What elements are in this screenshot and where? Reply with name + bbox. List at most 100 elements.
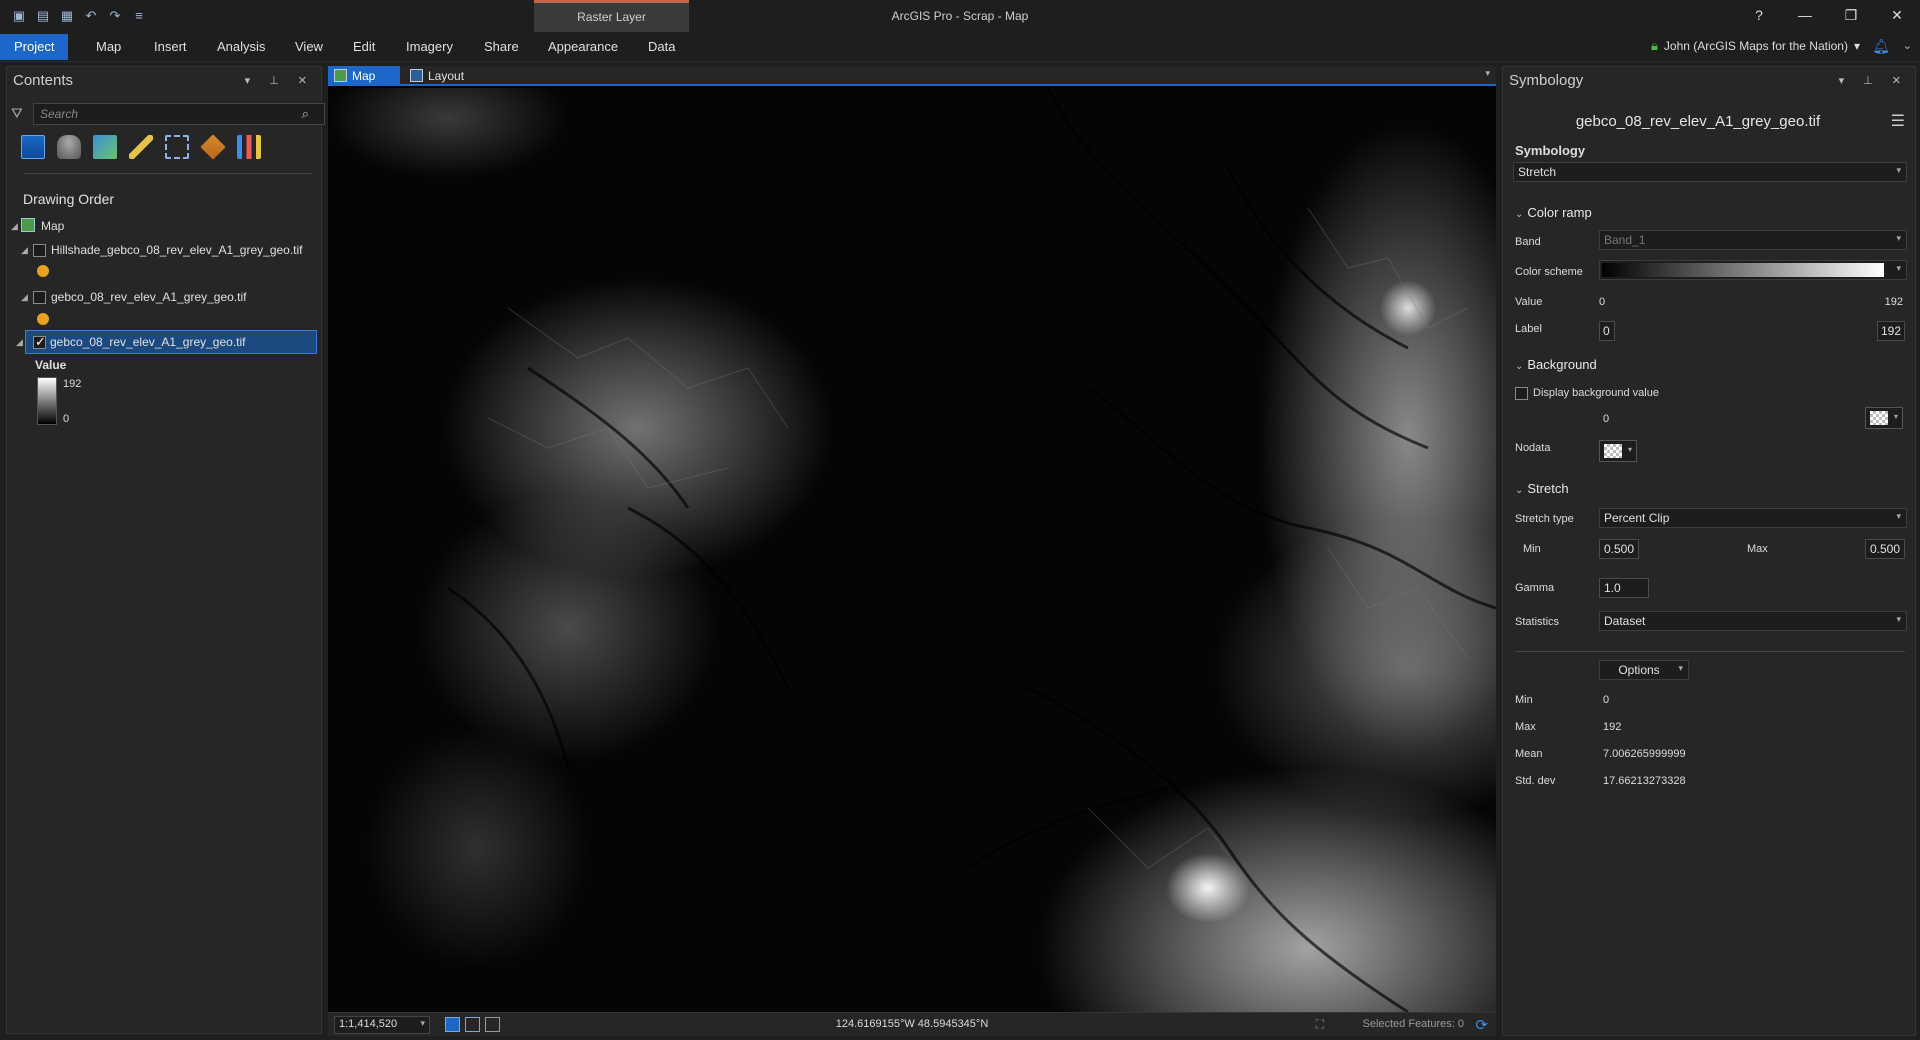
stretch-section[interactable]: ⌄ Stretch [1515, 481, 1569, 496]
tab-appearance[interactable]: Appearance [534, 34, 632, 60]
minimize-button[interactable]: — [1782, 0, 1828, 32]
label-max-input[interactable]: 192 [1877, 321, 1905, 341]
legend-color-ramp[interactable] [37, 377, 57, 425]
layer-name: gebco_08_rev_elev_A1_grey_geo.tif [50, 335, 246, 349]
gamma-input[interactable]: 1.0 [1599, 578, 1649, 598]
map-view: Map ✕ Layout ▾ [328, 66, 1496, 1036]
label-min-input[interactable]: 0 [1599, 321, 1615, 341]
legend-low-label: 0 [63, 413, 70, 425]
tab-view[interactable]: View [281, 34, 337, 60]
band-value: Band_1 [1604, 233, 1646, 247]
tab-map-view[interactable]: Map ✕ [328, 66, 400, 103]
pane-controls[interactable]: ▾ ⊥ ✕ [1839, 67, 1909, 95]
list-by-labeling-icon[interactable] [200, 134, 226, 160]
statistics-dropdown[interactable]: Dataset ▾ [1599, 611, 1907, 631]
ribbon-collapse-icon[interactable]: ⌄ [1903, 39, 1912, 52]
layer-row[interactable]: ◢ Hillshade_gebco_08_rev_elev_A1_grey_ge… [7, 241, 323, 261]
color-scheme-preview [1602, 263, 1884, 277]
tab-map[interactable]: Map [82, 34, 135, 60]
legend-high-label: 192 [63, 378, 82, 390]
legend-title: Value [35, 358, 67, 372]
chevron-down-icon: ▾ [1627, 445, 1632, 454]
map-icon [334, 69, 347, 82]
pane-controls[interactable]: ▾ ⊥ ✕ [245, 67, 315, 95]
tab-project[interactable]: Project [0, 34, 69, 60]
close-button[interactable]: ✕ [1874, 0, 1920, 32]
layer-row-selected[interactable]: ◢ gebco_08_rev_elev_A1_grey_geo.tif [16, 330, 317, 354]
collapse-icon[interactable]: ◢ [11, 221, 18, 232]
chevron-down-icon: ▾ [1896, 263, 1901, 273]
layer-visibility-checkbox[interactable] [33, 334, 46, 350]
title-bar: ▣ ▤ ▦ ↶ ↷ ≡ Raster Layer ArcGIS Pro - Sc… [0, 0, 1920, 32]
tab-data[interactable]: Data [634, 34, 689, 60]
layer-symbol-swatch[interactable] [37, 313, 49, 325]
tab-imagery[interactable]: Imagery [392, 34, 467, 60]
tab-share[interactable]: Share [470, 34, 533, 60]
list-by-data-source-icon[interactable] [57, 135, 81, 159]
color-scheme-dropdown[interactable]: ▾ [1599, 260, 1907, 280]
collapse-icon[interactable]: ◢ [16, 337, 23, 348]
user-account[interactable]: 🔒︎ John (ArcGIS Maps for the Nation) ▾ [1651, 38, 1860, 54]
band-dropdown[interactable]: Band_1 ▾ [1599, 230, 1907, 250]
stretch-type-value: Percent Clip [1604, 511, 1670, 525]
list-by-editing-icon[interactable] [129, 135, 153, 159]
contents-search-input[interactable]: Search [33, 103, 325, 125]
symbology-header: Symbology ▾ ⊥ ✕ [1503, 67, 1915, 95]
terrain-drainage-lines [447, 88, 1496, 1012]
restore-button[interactable]: ❐ [1828, 0, 1874, 32]
contents-header: Contents ▾ ⊥ ✕ [7, 67, 321, 95]
stats-min-value: 0 [1603, 694, 1610, 706]
filter-icon[interactable]: ⛛ [11, 105, 23, 122]
list-by-selection-icon[interactable] [93, 135, 117, 159]
min-label: Min [1523, 543, 1541, 555]
menu-icon[interactable]: ☰ [1891, 111, 1905, 131]
collapse-icon[interactable]: ◢ [21, 292, 28, 303]
chevron-down-icon: ⌄ [1515, 361, 1524, 372]
help-button[interactable]: ? [1736, 0, 1782, 32]
symbology-pane-title: Symbology [1509, 72, 1584, 89]
tree-map-node[interactable]: ◢ Map [7, 217, 323, 237]
ribbon-tabs: Project Map Insert Analysis View Edit Im… [0, 32, 1920, 62]
layer-name: Hillshade_gebco_08_rev_elev_A1_grey_geo.… [51, 243, 303, 257]
renderer-dropdown[interactable]: Stretch ▾ [1513, 162, 1907, 182]
value-min: 0 [1599, 296, 1606, 308]
app-title: ArcGIS Pro - Scrap - Map [891, 9, 1029, 23]
search-icon[interactable]: ⌕ [302, 106, 309, 122]
collapse-icon[interactable]: ◢ [21, 245, 28, 256]
options-button[interactable]: Options ▾ [1599, 660, 1689, 680]
list-by-drawing-order-icon[interactable] [21, 135, 45, 159]
transparent-swatch [1604, 444, 1622, 458]
list-by-snapping-icon[interactable] [165, 135, 189, 159]
color-ramp-section[interactable]: ⌄ Color ramp [1515, 205, 1592, 220]
stretch-type-dropdown[interactable]: Percent Clip ▾ [1599, 508, 1907, 528]
layer-visibility-checkbox[interactable] [33, 244, 46, 257]
tab-edit[interactable]: Edit [339, 34, 389, 60]
background-section[interactable]: ⌄ Background [1515, 357, 1597, 372]
nodata-color-picker[interactable]: ▾ [1599, 440, 1637, 462]
background-color-picker[interactable]: ▾ [1865, 407, 1903, 429]
display-background-checkbox[interactable] [1515, 387, 1528, 400]
chevron-down-icon: ⌄ [1515, 209, 1524, 220]
section-label: Stretch [1527, 481, 1569, 496]
max-percent-input[interactable]: 0.500 [1865, 539, 1905, 559]
layer-visibility-checkbox[interactable] [33, 291, 46, 304]
layer-symbol-swatch[interactable] [37, 265, 49, 277]
label-label: Label [1515, 323, 1542, 335]
tab-analysis[interactable]: Analysis [203, 34, 279, 60]
document-tabs: Map ✕ Layout ▾ [328, 66, 1496, 103]
tab-list-dropdown-icon[interactable]: ▾ [1485, 68, 1490, 79]
window-controls: ? — ❐ ✕ [1736, 0, 1920, 32]
list-by-charts-icon[interactable] [237, 135, 261, 159]
contents-view-toolbar [21, 134, 261, 160]
min-percent-input[interactable]: 0.500 [1599, 539, 1639, 559]
section-label: Background [1527, 357, 1597, 372]
notifications-icon[interactable]: 🔔︎ [1872, 38, 1890, 55]
refresh-icon[interactable]: ⟳ [1475, 1016, 1488, 1034]
layer-row[interactable]: ◢ gebco_08_rev_elev_A1_grey_geo.tif [7, 288, 323, 308]
renderer-value: Stretch [1518, 165, 1557, 179]
tab-layout-view[interactable]: Layout [404, 66, 484, 86]
tab-insert[interactable]: Insert [140, 34, 201, 60]
color-scheme-label: Color scheme [1515, 266, 1583, 278]
map-canvas[interactable] [328, 88, 1496, 1012]
selected-features-count[interactable]: Selected Features: 0 [1362, 1018, 1464, 1030]
